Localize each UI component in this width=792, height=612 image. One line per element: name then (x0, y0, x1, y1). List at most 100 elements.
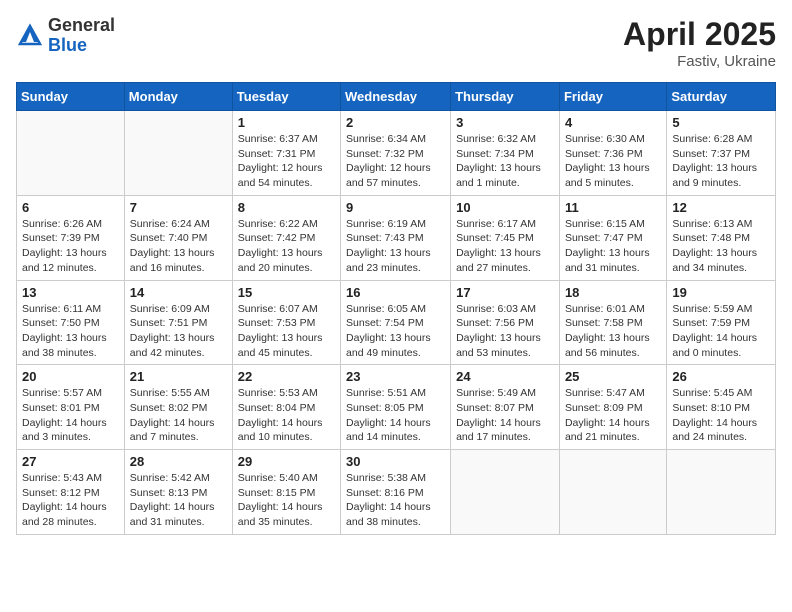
day-info: Sunrise: 6:28 AM Sunset: 7:37 PM Dayligh… (672, 132, 770, 191)
day-number: 6 (22, 200, 119, 215)
calendar-week-row: 20 Sunrise: 5:57 AM Sunset: 8:01 PM Dayli… (17, 365, 776, 450)
day-number: 27 (22, 454, 119, 469)
day-info: Sunrise: 6:22 AM Sunset: 7:42 PM Dayligh… (238, 217, 335, 276)
day-info: Sunrise: 5:43 AM Sunset: 8:12 PM Dayligh… (22, 471, 119, 530)
calendar-week-row: 1Sunrise: 6:37 AM Sunset: 7:31 PM Daylig… (17, 111, 776, 196)
day-info: Sunrise: 6:19 AM Sunset: 7:43 PM Dayligh… (346, 217, 445, 276)
logo: General Blue (16, 16, 115, 56)
calendar-cell: 24 Sunrise: 5:49 AM Sunset: 8:07 PM Dayli… (451, 365, 560, 450)
day-number: 2 (346, 115, 445, 130)
weekday-header: Tuesday (232, 83, 340, 111)
day-number: 25 (565, 369, 661, 384)
logo-blue: Blue (48, 36, 115, 56)
calendar-table: SundayMondayTuesdayWednesdayThursdayFrid… (16, 82, 776, 535)
weekday-header: Friday (559, 83, 666, 111)
day-number: 13 (22, 285, 119, 300)
calendar-cell: 6 Sunrise: 6:26 AM Sunset: 7:39 PM Daylig… (17, 195, 125, 280)
calendar-cell: 23 Sunrise: 5:51 AM Sunset: 8:05 PM Dayli… (341, 365, 451, 450)
calendar-cell: 21Sunrise: 5:55 AM Sunset: 8:02 PM Dayli… (124, 365, 232, 450)
day-info: Sunrise: 5:53 AM Sunset: 8:04 PM Dayligh… (238, 386, 335, 445)
day-number: 9 (346, 200, 445, 215)
calendar-week-row: 6 Sunrise: 6:26 AM Sunset: 7:39 PM Daylig… (17, 195, 776, 280)
calendar-cell: 16Sunrise: 6:05 AM Sunset: 7:54 PM Dayli… (341, 280, 451, 365)
day-info: Sunrise: 5:49 AM Sunset: 8:07 PM Dayligh… (456, 386, 554, 445)
calendar-cell: 29Sunrise: 5:40 AM Sunset: 8:15 PM Dayli… (232, 450, 340, 535)
day-info: Sunrise: 6:24 AM Sunset: 7:40 PM Dayligh… (130, 217, 227, 276)
calendar-cell: 20 Sunrise: 5:57 AM Sunset: 8:01 PM Dayli… (17, 365, 125, 450)
day-number: 12 (672, 200, 770, 215)
day-number: 15 (238, 285, 335, 300)
calendar-cell: 7Sunrise: 6:24 AM Sunset: 7:40 PM Daylig… (124, 195, 232, 280)
weekday-header: Monday (124, 83, 232, 111)
day-number: 28 (130, 454, 227, 469)
logo-icon (16, 22, 44, 50)
day-number: 22 (238, 369, 335, 384)
day-number: 19 (672, 285, 770, 300)
day-info: Sunrise: 5:45 AM Sunset: 8:10 PM Dayligh… (672, 386, 770, 445)
calendar-cell: 13 Sunrise: 6:11 AM Sunset: 7:50 PM Dayli… (17, 280, 125, 365)
page-header: General Blue April 2025 Fastiv, Ukraine (16, 16, 776, 70)
weekday-header: Thursday (451, 83, 560, 111)
calendar-cell: 19 Sunrise: 5:59 AM Sunset: 7:59 PM Dayli… (667, 280, 776, 365)
calendar-cell: 17 Sunrise: 6:03 AM Sunset: 7:56 PM Dayli… (451, 280, 560, 365)
day-info: Sunrise: 6:03 AM Sunset: 7:56 PM Dayligh… (456, 302, 554, 361)
weekday-header: Saturday (667, 83, 776, 111)
day-number: 4 (565, 115, 661, 130)
day-number: 16 (346, 285, 445, 300)
day-info: Sunrise: 6:09 AM Sunset: 7:51 PM Dayligh… (130, 302, 227, 361)
calendar-cell: 12 Sunrise: 6:13 AM Sunset: 7:48 PM Dayli… (667, 195, 776, 280)
day-info: Sunrise: 6:15 AM Sunset: 7:47 PM Dayligh… (565, 217, 661, 276)
day-number: 8 (238, 200, 335, 215)
day-info: Sunrise: 5:59 AM Sunset: 7:59 PM Dayligh… (672, 302, 770, 361)
day-number: 17 (456, 285, 554, 300)
day-info: Sunrise: 5:51 AM Sunset: 8:05 PM Dayligh… (346, 386, 445, 445)
logo-general: General (48, 16, 115, 36)
day-info: Sunrise: 6:11 AM Sunset: 7:50 PM Dayligh… (22, 302, 119, 361)
day-number: 26 (672, 369, 770, 384)
calendar-cell: 15 Sunrise: 6:07 AM Sunset: 7:53 PM Dayli… (232, 280, 340, 365)
day-info: Sunrise: 6:01 AM Sunset: 7:58 PM Dayligh… (565, 302, 661, 361)
weekday-header-row: SundayMondayTuesdayWednesdayThursdayFrid… (17, 83, 776, 111)
day-info: Sunrise: 6:30 AM Sunset: 7:36 PM Dayligh… (565, 132, 661, 191)
day-number: 10 (456, 200, 554, 215)
day-info: Sunrise: 6:07 AM Sunset: 7:53 PM Dayligh… (238, 302, 335, 361)
day-info: Sunrise: 5:38 AM Sunset: 8:16 PM Dayligh… (346, 471, 445, 530)
calendar-cell (667, 450, 776, 535)
calendar-week-row: 27 Sunrise: 5:43 AM Sunset: 8:12 PM Dayli… (17, 450, 776, 535)
calendar-cell: 30 Sunrise: 5:38 AM Sunset: 8:16 PM Dayli… (341, 450, 451, 535)
calendar-cell: 14Sunrise: 6:09 AM Sunset: 7:51 PM Dayli… (124, 280, 232, 365)
weekday-header: Wednesday (341, 83, 451, 111)
day-info: Sunrise: 6:13 AM Sunset: 7:48 PM Dayligh… (672, 217, 770, 276)
calendar-cell: 11Sunrise: 6:15 AM Sunset: 7:47 PM Dayli… (559, 195, 666, 280)
day-info: Sunrise: 6:26 AM Sunset: 7:39 PM Dayligh… (22, 217, 119, 276)
calendar-cell: 4 Sunrise: 6:30 AM Sunset: 7:36 PM Daylig… (559, 111, 666, 196)
day-number: 30 (346, 454, 445, 469)
month-title: April 2025 (623, 16, 776, 53)
day-info: Sunrise: 6:32 AM Sunset: 7:34 PM Dayligh… (456, 132, 554, 191)
calendar-cell (17, 111, 125, 196)
calendar-cell: 10Sunrise: 6:17 AM Sunset: 7:45 PM Dayli… (451, 195, 560, 280)
day-number: 29 (238, 454, 335, 469)
day-info: Sunrise: 5:42 AM Sunset: 8:13 PM Dayligh… (130, 471, 227, 530)
title-block: April 2025 Fastiv, Ukraine (623, 16, 776, 70)
calendar-cell: 5 Sunrise: 6:28 AM Sunset: 7:37 PM Daylig… (667, 111, 776, 196)
day-number: 5 (672, 115, 770, 130)
calendar-week-row: 13 Sunrise: 6:11 AM Sunset: 7:50 PM Dayli… (17, 280, 776, 365)
day-number: 24 (456, 369, 554, 384)
location: Fastiv, Ukraine (623, 53, 776, 70)
day-info: Sunrise: 5:57 AM Sunset: 8:01 PM Dayligh… (22, 386, 119, 445)
day-info: Sunrise: 6:34 AM Sunset: 7:32 PM Dayligh… (346, 132, 445, 191)
day-info: Sunrise: 5:55 AM Sunset: 8:02 PM Dayligh… (130, 386, 227, 445)
calendar-cell: 2 Sunrise: 6:34 AM Sunset: 7:32 PM Daylig… (341, 111, 451, 196)
day-number: 18 (565, 285, 661, 300)
calendar-cell (124, 111, 232, 196)
logo-text: General Blue (48, 16, 115, 56)
day-number: 20 (22, 369, 119, 384)
calendar-cell (559, 450, 666, 535)
calendar-cell: 9 Sunrise: 6:19 AM Sunset: 7:43 PM Daylig… (341, 195, 451, 280)
calendar-cell: 27 Sunrise: 5:43 AM Sunset: 8:12 PM Dayli… (17, 450, 125, 535)
day-number: 23 (346, 369, 445, 384)
day-info: Sunrise: 5:47 AM Sunset: 8:09 PM Dayligh… (565, 386, 661, 445)
calendar-cell (451, 450, 560, 535)
calendar-cell: 22 Sunrise: 5:53 AM Sunset: 8:04 PM Dayli… (232, 365, 340, 450)
